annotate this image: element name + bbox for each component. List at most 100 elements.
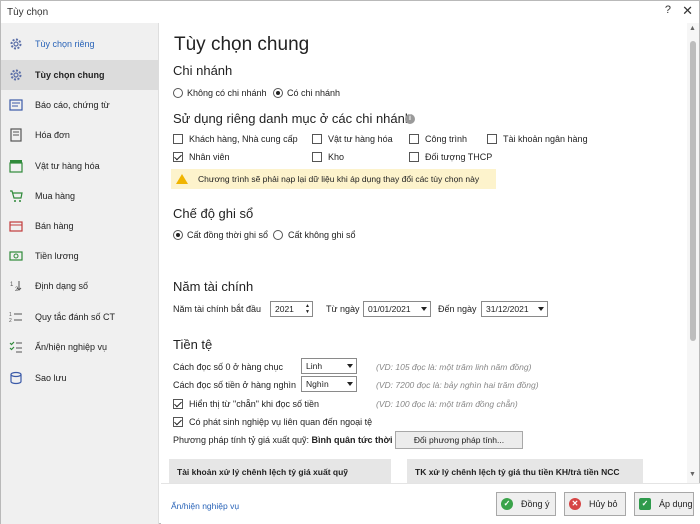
sale-icon	[9, 219, 23, 233]
sidebar-item-label: Quy tắc đánh số CT	[35, 312, 116, 322]
cancel-button[interactable]: ✕ Hủy bỏ	[564, 492, 626, 516]
sidebar-item-label: Sao lưu	[35, 373, 67, 383]
checkbox-bank-accounts-label: Tài khoản ngân hàng	[503, 134, 588, 144]
radio-no-branch[interactable]	[173, 88, 183, 98]
show-hide-operations-link[interactable]: Ẩn/hiện nghiệp vụ	[171, 501, 239, 511]
apply-button[interactable]: ✓ Áp dụng	[634, 492, 694, 516]
sidebar-item-label: Tiền lương	[35, 251, 79, 261]
close-button[interactable]: ✕	[682, 3, 693, 19]
fiscal-year-start-value: 2021	[275, 304, 294, 314]
radio-save-and-post-label: Cất đồng thời ghi sổ	[187, 230, 268, 240]
gear-icon	[9, 37, 23, 51]
checkbox-projects[interactable]	[409, 134, 419, 144]
box-icon	[9, 159, 23, 173]
warning-banner: Chương trình sẽ phải nạp lại dữ liệu khi…	[171, 169, 496, 189]
rate-method-label: Phương pháp tính tỷ giá xuất quỹ: Bình q…	[173, 435, 392, 445]
cancel-label: Hủy bỏ	[589, 499, 618, 509]
thousands-select[interactable]: Nghìn	[301, 376, 357, 392]
checklist-icon	[9, 340, 23, 354]
checkbox-foreign-currency-label: Có phát sinh nghiệp vụ liên quan đến ngo…	[189, 417, 373, 427]
separate-catalog-heading: Sử dụng riêng danh mục ở các chi nhánh	[173, 111, 413, 126]
sidebar-item-show-hide-operations[interactable]: Ẩn/hiện nghiệp vụ	[1, 332, 159, 362]
sidebar-item-personal-options[interactable]: Tùy chọn riêng	[1, 29, 159, 59]
info-icon[interactable]: i	[405, 114, 415, 124]
dropdown-arrow-icon[interactable]	[347, 364, 353, 368]
warning-text: Chương trình sẽ phải nạp lại dữ liệu khi…	[198, 174, 480, 184]
cart-icon	[9, 189, 23, 203]
to-date-label: Đến ngày	[438, 304, 477, 314]
from-date-input[interactable]: 01/01/2021	[363, 301, 431, 317]
radio-save-and-post[interactable]	[173, 230, 183, 240]
exchange-diff-account-panel: Tài khoản xử lý chênh lệch tỷ giá xuất q…	[169, 459, 391, 483]
check-icon: ✓	[501, 498, 513, 510]
page-title: Tùy chọn chung	[174, 34, 310, 55]
scroll-up-icon[interactable]: ▲	[689, 25, 696, 32]
checkbox-employees[interactable]	[173, 152, 183, 162]
main-panel: Tùy chọn chung Chi nhánh Không có chi nh…	[161, 23, 687, 483]
dropdown-arrow-icon[interactable]	[421, 307, 427, 311]
sidebar-item-backup[interactable]: Sao lưu	[1, 363, 159, 393]
sidebar-item-label: Tùy chọn chung	[35, 70, 105, 80]
sidebar-item-label: Ẩn/hiện nghiệp vụ	[35, 342, 108, 352]
dropdown-arrow-icon[interactable]	[538, 307, 544, 311]
ok-button[interactable]: ✓ Đồng ý	[496, 492, 556, 516]
checkbox-foreign-currency[interactable]	[173, 417, 183, 427]
zero-tens-hint: (VD: 105 đọc là: một trăm linh năm đồng)	[376, 362, 532, 372]
sidebar-item-label: Hóa đơn	[35, 130, 70, 140]
report-icon	[9, 98, 23, 112]
backup-icon	[9, 371, 23, 385]
sidebar-item-label: Tùy chọn riêng	[35, 39, 95, 49]
dialog-footer: Ẩn/hiện nghiệp vụ ✓ Đồng ý ✕ Hủy bỏ ✓ Áp…	[161, 483, 700, 524]
sidebar-item-inventory[interactable]: Vật tư hàng hóa	[1, 151, 159, 181]
checkbox-inventory-label: Vật tư hàng hóa	[328, 134, 393, 144]
sidebar: Tùy chọn riêng Tùy chọn chung Báo cáo, c…	[1, 23, 159, 524]
rate-method-label-text: Phương pháp tính tỷ giá xuất quỹ:	[173, 435, 310, 445]
checkbox-warehouse[interactable]	[312, 152, 322, 162]
exchange-diff-account-title: Tài khoản xử lý chênh lệch tỷ giá xuất q…	[177, 467, 349, 477]
checkbox-customers-suppliers-label: Khách hàng, Nhà cung cấp	[189, 134, 298, 144]
checkbox-show-even[interactable]	[173, 399, 183, 409]
thousands-value: Nghìn	[306, 379, 329, 389]
sidebar-item-numbering-rules[interactable]: 12 Quy tắc đánh số CT	[1, 302, 159, 332]
checkbox-bank-accounts[interactable]	[487, 134, 497, 144]
sidebar-item-label: Định dạng số	[35, 281, 89, 291]
sidebar-item-label: Báo cáo, chứng từ	[35, 100, 110, 110]
checkbox-show-even-label: Hiển thị từ "chẵn" khi đọc số tiền	[189, 399, 319, 409]
change-method-button[interactable]: Đổi phương pháp tính...	[395, 431, 523, 449]
vertical-scrollbar[interactable]: ▲ ▼	[687, 23, 699, 483]
help-button[interactable]: ?	[665, 4, 671, 16]
radio-save-no-post[interactable]	[273, 230, 283, 240]
fiscal-year-start-label: Năm tài chính bắt đầu	[173, 304, 262, 314]
zero-tens-select[interactable]: Linh	[301, 358, 357, 374]
sidebar-item-invoices[interactable]: Hóa đơn	[1, 120, 159, 150]
checkbox-inventory[interactable]	[312, 134, 322, 144]
money-icon	[9, 249, 23, 263]
to-date-input[interactable]: 31/12/2021	[481, 301, 548, 317]
radio-has-branch[interactable]	[273, 88, 283, 98]
sidebar-item-purchasing[interactable]: Mua hàng	[1, 181, 159, 211]
checkbox-cost-objects[interactable]	[409, 152, 419, 162]
number-format-icon: 12	[9, 279, 23, 293]
svg-text:2: 2	[9, 318, 12, 324]
checkbox-customers-suppliers[interactable]	[173, 134, 183, 144]
numbering-icon: 12	[9, 310, 23, 324]
dropdown-arrow-icon[interactable]	[347, 382, 353, 386]
sidebar-item-sales[interactable]: Bán hàng	[1, 211, 159, 241]
sidebar-item-general-options[interactable]: Tùy chọn chung	[1, 60, 159, 90]
radio-no-branch-label: Không có chi nhánh	[187, 88, 267, 98]
title-bar: Tùy chọn ? ✕	[1, 1, 700, 23]
sidebar-item-payroll[interactable]: Tiền lương	[1, 241, 159, 271]
sidebar-item-reports[interactable]: Báo cáo, chứng từ	[1, 90, 159, 120]
scrollbar-thumb[interactable]	[690, 41, 696, 341]
scroll-down-icon[interactable]: ▼	[689, 471, 696, 478]
sidebar-item-number-format[interactable]: 12 Định dạng số	[1, 271, 159, 301]
from-date-value: 01/01/2021	[368, 304, 411, 314]
fiscal-year-start-input[interactable]: 2021 ▲ ▼	[270, 301, 313, 317]
sidebar-item-label: Vật tư hàng hóa	[35, 161, 100, 171]
apply-label: Áp dụng	[659, 499, 693, 509]
show-even-hint: (VD: 100 đọc là: một trăm đồng chẵn)	[376, 399, 518, 409]
spinner-icon[interactable]: ▲ ▼	[305, 303, 310, 315]
warning-icon	[176, 174, 188, 184]
customer-exchange-diff-title: TK xử lý chênh lệch tỷ giá thu tiền KH/t…	[415, 467, 620, 477]
customer-exchange-diff-panel: TK xử lý chênh lệch tỷ giá thu tiền KH/t…	[407, 459, 643, 483]
